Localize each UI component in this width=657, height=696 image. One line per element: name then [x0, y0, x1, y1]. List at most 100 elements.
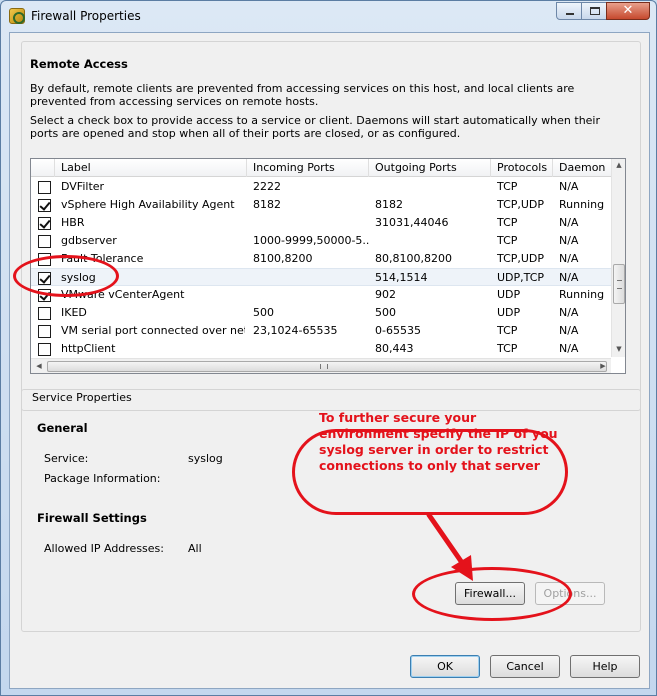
services-table: Label Incoming Ports Outgoing Ports Prot…	[30, 158, 626, 374]
cell-outgoing-ports: 902	[375, 288, 396, 301]
minimize-button[interactable]	[556, 2, 582, 20]
cell-label: VM serial port connected over net...	[61, 324, 245, 337]
cell-daemon: N/A	[559, 342, 579, 355]
service-checkbox[interactable]	[38, 343, 51, 356]
service-checkbox[interactable]	[38, 181, 51, 194]
minimize-icon	[566, 13, 574, 15]
cell-daemon: N/A	[559, 306, 579, 319]
remote-access-description: By default, remote clients are prevented…	[30, 82, 575, 108]
firewall-properties-window: Firewall Properties ✕ Remote Access By d…	[0, 0, 657, 696]
cell-daemon: N/A	[559, 234, 579, 247]
cell-outgoing-ports: 80,8100,8200	[375, 252, 452, 265]
cell-label: httpClient	[61, 342, 116, 355]
cell-outgoing-ports: 500	[375, 306, 396, 319]
service-checkbox[interactable]	[38, 325, 51, 338]
cell-label: vSphere High Availability Agent	[61, 198, 235, 211]
scroll-down-icon[interactable]: ▼	[613, 345, 625, 353]
cell-incoming-ports: 8182	[253, 198, 281, 211]
window-title: Firewall Properties	[31, 9, 141, 23]
cell-protocols: TCP	[497, 324, 518, 337]
title-bar[interactable]: Firewall Properties ✕	[1, 1, 656, 31]
cell-protocols: TCP	[497, 180, 518, 193]
cell-daemon: Running	[559, 198, 605, 211]
maximize-icon	[590, 7, 600, 15]
cell-incoming-ports	[253, 286, 369, 304]
syslog-highlight-circle	[13, 255, 119, 297]
maximize-button[interactable]	[581, 2, 607, 20]
cancel-button[interactable]: Cancel	[490, 655, 560, 678]
column-header-outgoing-ports[interactable]: Outgoing Ports	[369, 159, 491, 177]
remote-access-heading: Remote Access	[30, 57, 128, 71]
cell-outgoing-ports	[375, 178, 491, 196]
package-information-label: Package Information:	[44, 472, 161, 485]
cell-label: DVFilter	[61, 180, 105, 193]
close-icon: ✕	[622, 3, 634, 18]
cell-daemon: N/A	[559, 216, 579, 229]
cell-incoming-ports	[253, 269, 369, 287]
cell-outgoing-ports: 8182	[375, 198, 403, 211]
column-header-label[interactable]: Label	[55, 159, 247, 177]
column-checkbox-header[interactable]	[31, 159, 55, 177]
cell-outgoing-ports: 0-65535	[375, 324, 421, 337]
table-row[interactable]: IKED 500 500 UDP N/A	[31, 304, 611, 322]
help-button[interactable]: Help	[570, 655, 640, 678]
service-checkbox[interactable]	[38, 235, 51, 248]
table-header: Label Incoming Ports Outgoing Ports Prot…	[31, 159, 625, 177]
cell-outgoing-ports: 31031,44046	[375, 216, 449, 229]
cell-daemon: N/A	[559, 180, 579, 193]
table-row[interactable]: VM serial port connected over net... 23,1…	[31, 322, 611, 340]
ok-button[interactable]: OK	[410, 655, 480, 678]
vertical-scrollbar[interactable]: ▲ ▼	[611, 159, 625, 357]
service-properties-legend: Service Properties	[30, 391, 134, 404]
scroll-right-icon[interactable]: ▶	[597, 362, 609, 370]
cell-daemon: N/A	[559, 271, 579, 284]
horizontal-scroll-thumb[interactable]	[47, 361, 607, 372]
vertical-scroll-thumb[interactable]	[613, 264, 625, 304]
cell-protocols: TCP	[497, 216, 518, 229]
cell-outgoing-ports: 80,443	[375, 342, 414, 355]
cell-protocols: UDP	[497, 306, 521, 319]
column-header-protocols[interactable]: Protocols	[491, 159, 553, 177]
scroll-left-icon[interactable]: ◀	[33, 362, 45, 370]
cell-outgoing-ports: 514,1514	[375, 271, 428, 284]
service-checkbox[interactable]	[38, 217, 51, 230]
table-row[interactable]: VMware vCenterAgent 902 UDP Running	[31, 286, 611, 304]
cell-protocols: TCP,UDP	[497, 252, 545, 265]
horizontal-scrollbar[interactable]: ◀ ▶	[31, 358, 611, 373]
cell-label: HBR	[61, 216, 85, 229]
window-controls: ✕	[556, 2, 650, 20]
remote-access-instructions: Select a check box to provide access to …	[30, 114, 601, 140]
service-checkbox[interactable]	[38, 307, 51, 320]
cell-label: IKED	[61, 306, 87, 319]
table-row[interactable]: httpClient 80,443 TCP N/A	[31, 340, 611, 358]
service-label: Service:	[44, 452, 89, 465]
table-row[interactable]: HBR 31031,44046 TCP N/A	[31, 214, 611, 232]
column-header-incoming-ports[interactable]: Incoming Ports	[247, 159, 369, 177]
cell-label: gdbserver	[61, 234, 117, 247]
cell-incoming-ports: 500	[253, 306, 274, 319]
cell-incoming-ports: 2222	[253, 180, 281, 193]
table-row[interactable]: gdbserver 1000-9999,50000-5... TCP N/A	[31, 232, 611, 250]
table-row[interactable]: DVFilter 2222 TCP N/A	[31, 178, 611, 196]
allowed-ip-label: Allowed IP Addresses:	[44, 542, 164, 555]
cell-incoming-ports: 8100,8200	[253, 252, 313, 265]
close-button[interactable]: ✕	[606, 2, 650, 20]
cell-protocols: UDP	[497, 288, 521, 301]
general-heading: General	[37, 421, 88, 435]
callout-text: To further secure your environment speci…	[319, 410, 558, 473]
table-row[interactable]: Fault Tolerance 8100,8200 80,8100,8200 TCP,…	[31, 250, 611, 268]
table-row[interactable]: vSphere High Availability Agent 8182 8182 T…	[31, 196, 611, 214]
cell-outgoing-ports	[375, 232, 491, 250]
cell-protocols: TCP	[497, 234, 518, 247]
cell-protocols: TCP,UDP	[497, 198, 545, 211]
firewall-settings-heading: Firewall Settings	[37, 511, 147, 525]
allowed-ip-value: All	[188, 542, 202, 555]
cell-protocols: TCP	[497, 342, 518, 355]
cell-incoming-ports	[253, 340, 369, 358]
service-checkbox[interactable]	[38, 199, 51, 212]
service-value: syslog	[188, 452, 223, 465]
firewall-app-icon	[9, 8, 25, 24]
cell-daemon: Running	[559, 288, 605, 301]
scroll-up-icon[interactable]: ▲	[613, 161, 625, 169]
cell-daemon: N/A	[559, 252, 579, 265]
